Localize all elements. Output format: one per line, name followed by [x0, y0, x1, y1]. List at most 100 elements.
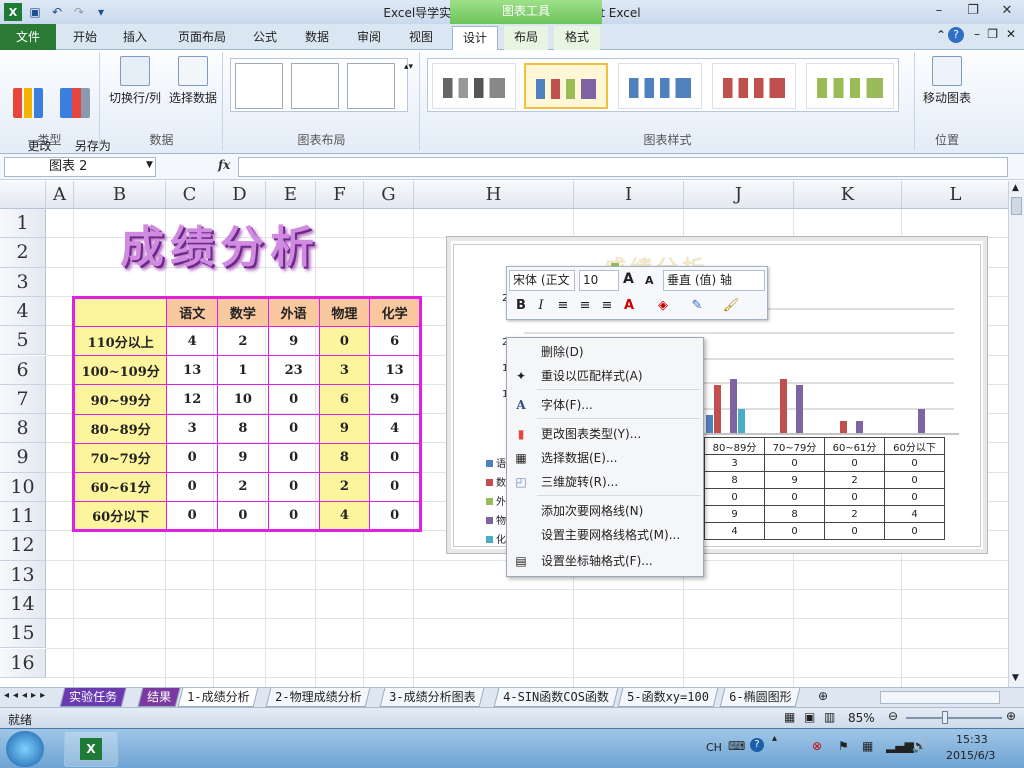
score-cell[interactable]: 0: [318, 326, 371, 357]
sheet-tab[interactable]: 2-物理成绩分析: [265, 688, 371, 707]
page-break-view-icon[interactable]: ▥: [824, 710, 835, 724]
align-right-icon[interactable]: ≡: [597, 296, 617, 316]
shrink-font-button[interactable]: A: [645, 274, 654, 287]
format-painter-icon[interactable]: 🖌: [721, 296, 741, 316]
wb-restore-icon[interactable]: ❐: [987, 27, 998, 41]
worksheet-grid[interactable]: ABCDEFGHIJKL 1 2 3 4 5 6 7 8 9 10 11 12 13 14 15 16 成绩分…: [0, 181, 1008, 687]
menu-add-minor-gridlines[interactable]: 添加次要网格线(N): [507, 499, 703, 523]
scroll-up-icon[interactable]: ▲: [1012, 183, 1019, 193]
menu-delete[interactable]: 删除(D): [507, 340, 703, 364]
taskbar-excel-button[interactable]: X: [64, 731, 118, 767]
row-header-10[interactable]: 10: [0, 472, 46, 502]
score-cell[interactable]: 4: [166, 326, 219, 357]
insert-function-icon[interactable]: fx: [218, 158, 230, 172]
tab-file[interactable]: 文件: [0, 24, 56, 50]
score-range-label[interactable]: 110分以上: [72, 326, 168, 357]
wordart-title[interactable]: 成绩分析: [120, 211, 320, 275]
font-size-select[interactable]: 10: [579, 270, 619, 291]
scroll-down-icon[interactable]: ▼: [1012, 673, 1019, 683]
score-table-header[interactable]: 化学: [369, 296, 421, 328]
score-cell[interactable]: 12: [166, 384, 219, 415]
fill-color-icon[interactable]: ◈: [653, 296, 673, 316]
column-header-K[interactable]: K: [794, 181, 902, 209]
row-header-5[interactable]: 5: [0, 326, 46, 356]
score-cell[interactable]: 3: [318, 355, 371, 386]
tab-insert[interactable]: 插入: [112, 26, 158, 50]
menu-format-major-gridlines[interactable]: 设置主要网格线格式(M)...: [507, 523, 703, 547]
column-header-A[interactable]: A: [46, 181, 74, 209]
menu-change-chart-type[interactable]: ▮ 更改图表类型(Y)...: [507, 422, 703, 446]
score-range-label[interactable]: 70~79分: [72, 442, 168, 473]
chart-layouts-gallery[interactable]: [230, 58, 408, 112]
score-cell[interactable]: 3: [166, 413, 219, 444]
score-cell[interactable]: 0: [166, 500, 219, 532]
style-thumb-multicolor-selected[interactable]: [524, 63, 608, 109]
grow-font-button[interactable]: A: [623, 271, 634, 287]
column-header-F[interactable]: F: [316, 181, 364, 209]
menu-format-axis[interactable]: ▤ 设置坐标轴格式(F)...: [507, 549, 703, 573]
score-table-header[interactable]: 语文: [166, 296, 219, 328]
score-range-label[interactable]: 80~89分: [72, 413, 168, 444]
horizontal-scrollbar[interactable]: [880, 691, 1000, 704]
collapse-ribbon-icon[interactable]: ⌃: [936, 28, 946, 42]
formula-input[interactable]: [238, 157, 1008, 177]
row-header-2[interactable]: 2: [0, 238, 46, 268]
score-cell[interactable]: 4: [318, 500, 371, 532]
input-language[interactable]: CH: [706, 741, 722, 754]
column-header-G[interactable]: G: [364, 181, 414, 209]
score-range-label[interactable]: 60~61分: [72, 471, 168, 502]
score-cell[interactable]: 8: [318, 442, 371, 473]
menu-reset-style[interactable]: ✦ 重设以匹配样式(A): [507, 364, 703, 388]
gallery-scroll-icon[interactable]: ▴▾: [404, 62, 413, 72]
bold-button[interactable]: B: [511, 296, 531, 316]
score-cell[interactable]: 9: [267, 326, 320, 357]
restore-icon[interactable]: ❐: [956, 0, 990, 24]
score-cell[interactable]: 0: [217, 500, 269, 532]
score-cell[interactable]: 0: [369, 500, 421, 532]
move-chart-button[interactable]: 移动图表: [918, 56, 976, 106]
column-header-I[interactable]: I: [574, 181, 684, 209]
keyboard-icon[interactable]: ⌨: [728, 739, 745, 753]
score-table-header[interactable]: 外语: [267, 296, 320, 328]
sheet-tab[interactable]: 结果: [137, 688, 181, 707]
score-cell[interactable]: 0: [267, 413, 320, 444]
minimize-icon[interactable]: –: [922, 0, 956, 24]
clock-date[interactable]: 2015/6/3: [946, 749, 995, 762]
menu-3d-rotation[interactable]: ◰ 三维旋转(R)...: [507, 470, 703, 494]
score-cell[interactable]: 23: [267, 355, 320, 386]
security-alert-icon[interactable]: ⊗: [812, 739, 822, 753]
clock-time[interactable]: 15:33: [956, 733, 988, 746]
align-left-icon[interactable]: ≡: [553, 296, 573, 316]
sheet-tab[interactable]: 1-成绩分析: [177, 688, 259, 707]
switch-row-col-button[interactable]: 切换行/列: [107, 56, 163, 106]
row-header-3[interactable]: 3: [0, 267, 46, 297]
scroll-thumb[interactable]: [1011, 197, 1022, 215]
score-cell[interactable]: 9: [217, 442, 269, 473]
menu-select-data[interactable]: ▦ 选择数据(E)...: [507, 446, 703, 470]
column-header-B[interactable]: B: [74, 181, 166, 209]
row-header-9[interactable]: 9: [0, 443, 46, 473]
help-icon[interactable]: ?: [948, 27, 964, 43]
layout-thumb-3[interactable]: [347, 63, 395, 109]
sheet-tab[interactable]: 实验任务: [59, 688, 127, 707]
sheet-nav-arrows-icon[interactable]: ◂◂◂▸▸: [4, 690, 49, 701]
name-box-dropdown-icon[interactable]: ▼: [146, 160, 153, 170]
zoom-slider-thumb[interactable]: [942, 711, 948, 724]
column-header-C[interactable]: C: [166, 181, 214, 209]
column-header-J[interactable]: J: [684, 181, 794, 209]
zoom-in-icon[interactable]: ⊕: [1006, 709, 1016, 723]
tab-data[interactable]: 数据: [296, 26, 338, 50]
zoom-slider[interactable]: [906, 717, 1002, 719]
score-table-corner[interactable]: [72, 296, 168, 328]
score-cell[interactable]: 9: [318, 413, 371, 444]
close-icon[interactable]: ✕: [990, 0, 1024, 24]
score-cell[interactable]: 4: [369, 413, 421, 444]
score-cell[interactable]: 6: [318, 384, 371, 415]
row-header-12[interactable]: 12: [0, 531, 46, 561]
italic-button[interactable]: I: [531, 296, 551, 316]
row-header-14[interactable]: 14: [0, 589, 46, 620]
score-cell[interactable]: 2: [217, 471, 269, 502]
score-cell[interactable]: 0: [267, 384, 320, 415]
score-table-header[interactable]: 物理: [318, 296, 371, 328]
align-center-icon[interactable]: ≡: [575, 296, 595, 316]
